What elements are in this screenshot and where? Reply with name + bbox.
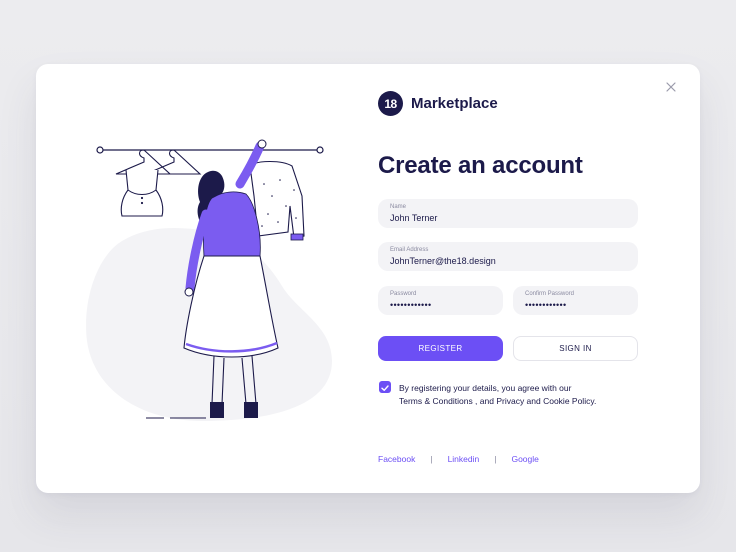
illustration (86, 139, 332, 421)
signup-card: 18 Marketplace Create an account Name Jo… (36, 64, 700, 493)
email-field[interactable]: Email Address JohnTerner@the18.design (378, 242, 638, 271)
social-links: Facebook | Linkedin | Google (378, 454, 539, 464)
confirm-password-label: Confirm Password (525, 291, 575, 297)
linkedin-link[interactable]: Linkedin (448, 454, 480, 464)
close-icon[interactable] (664, 80, 678, 94)
email-value[interactable]: JohnTerner@the18.design (390, 256, 610, 266)
name-field[interactable]: Name John Terner (378, 199, 638, 228)
separator: | (494, 454, 497, 464)
terms-line-1: By registering your details, you agree w… (399, 383, 572, 393)
confirm-password-field[interactable]: Confirm Password •••••••••••• (513, 286, 638, 315)
email-label: Email Address (390, 247, 429, 253)
page-title: Create an account (378, 152, 583, 179)
brand: 18 Marketplace (378, 91, 498, 116)
separator: | (430, 454, 433, 464)
facebook-link[interactable]: Facebook (378, 454, 415, 464)
brand-logo: 18 (378, 91, 403, 116)
brand-name: Marketplace (411, 95, 498, 112)
password-label: Password (390, 291, 417, 297)
check-icon (381, 385, 389, 391)
terms-text: By registering your details, you agree w… (399, 382, 639, 408)
agree-checkbox[interactable] (379, 381, 391, 393)
sign-in-button[interactable]: SIGN IN (513, 336, 638, 361)
name-value[interactable]: John Terner (390, 213, 610, 223)
google-link[interactable]: Google (511, 454, 538, 464)
password-field[interactable]: Password •••••••••••• (378, 286, 503, 315)
register-button[interactable]: REGISTER (378, 336, 503, 361)
name-label: Name (390, 204, 407, 210)
confirm-password-value[interactable]: •••••••••••• (525, 300, 736, 310)
terms-line-2[interactable]: Terms & Conditions , and Privacy and Coo… (399, 395, 639, 408)
